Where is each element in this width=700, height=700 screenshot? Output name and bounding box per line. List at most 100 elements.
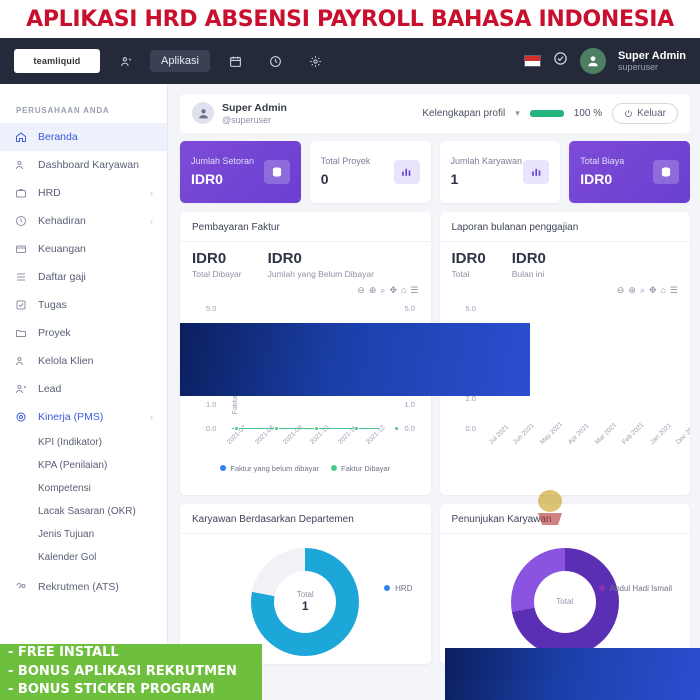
- zoom-out-icon[interactable]: ⊖: [617, 285, 625, 296]
- zoom-out-icon[interactable]: ⊖: [357, 285, 365, 296]
- sidebar-item-label: Daftar gaji: [38, 271, 86, 283]
- app-navbar: teamliquid Aplikasi Super Admin superuse…: [0, 38, 700, 84]
- app-logo[interactable]: teamliquid: [14, 49, 100, 73]
- task-icon: [14, 299, 28, 311]
- menu-icon[interactable]: ☰: [670, 285, 678, 296]
- sidebar-item-dashboard-karyawan[interactable]: Dashboard Karyawan: [0, 151, 167, 179]
- sidebar-item-label: Dashboard Karyawan: [38, 159, 139, 171]
- sidebar-subitem-lacak-sasaran[interactable]: Lacak Sasaran (OKR): [0, 500, 167, 523]
- chart-icon: [393, 159, 420, 184]
- clock-icon: [14, 215, 28, 227]
- y-axis-label-left: Faktur yang belum dibayar: [231, 331, 239, 415]
- kpi-label: Jumlah yang Belum Dibayar: [267, 268, 374, 279]
- sidebar-item-proyek[interactable]: Proyek: [0, 319, 167, 347]
- chevron-down-icon[interactable]: ▾: [515, 108, 520, 119]
- sidebar-item-lead[interactable]: Lead: [0, 375, 167, 403]
- y-tick: 4.0: [206, 327, 217, 337]
- sidebar-item-kehadiran[interactable]: Kehadiran ›: [0, 207, 167, 235]
- stat-value: IDR0: [191, 170, 223, 187]
- sidebar-item-tugas[interactable]: Tugas: [0, 291, 167, 319]
- logout-label: Keluar: [637, 107, 666, 119]
- chart-toolbar: ⊖ ⊕ ⌕ ✥ ⌂ ☰: [192, 285, 418, 296]
- y-tick: 5.0: [206, 303, 217, 313]
- profile-completion: Kelengkapan profil ▾ 100 % Keluar: [422, 102, 678, 124]
- pan-icon[interactable]: ✥: [649, 285, 657, 296]
- sidebar-item-label: Keuangan: [38, 243, 86, 255]
- y-tick: 1.0: [206, 399, 217, 409]
- x-axis-ticks: 2021-07 2021-08 2021-09 2021-10 2021-11 …: [226, 424, 389, 448]
- sidebar-item-label: Lead: [38, 383, 62, 395]
- y-tick: 3.0: [404, 351, 415, 361]
- profile-topbar: Super Admin @superuser Kelengkapan profi…: [180, 94, 690, 133]
- sidebar-subitem-kompetensi[interactable]: Kompetensi: [0, 477, 167, 500]
- sidebar-item-daftar-gaji[interactable]: Daftar gaji: [0, 263, 167, 291]
- avatar[interactable]: [579, 48, 606, 74]
- x-tick: Jan 2021: [648, 421, 673, 446]
- y-tick: 0.0: [465, 423, 476, 433]
- divider: [180, 532, 431, 534]
- zoom-in-icon[interactable]: ⊕: [369, 285, 377, 296]
- payroll-kpis: IDR0 Total IDR0 Bulan ini: [452, 250, 679, 279]
- stat-value: 1: [450, 170, 459, 187]
- sidebar-item-rekrutmen-ats[interactable]: Rekrutmen (ATS): [0, 573, 167, 601]
- panels-row-1: Pembayaran Faktur IDR0 Total Dibayar IDR…: [180, 211, 690, 495]
- promo-line-3: - BONUS STICKER PROGRAM: [8, 682, 215, 698]
- clock-icon[interactable]: [262, 48, 290, 74]
- y-axis-label-right: Faktur Dibayar: [390, 349, 398, 396]
- wallet-icon: [14, 243, 28, 255]
- gear-icon[interactable]: [302, 48, 330, 74]
- legend-label: Faktur yang belum dibayar: [230, 463, 320, 473]
- y-tick: 3.0: [465, 363, 476, 373]
- stat-cards: Jumlah Setoran IDR0 Total Proyek 0 Jumla…: [180, 140, 690, 203]
- main-content: Super Admin @superuser Kelengkapan profi…: [168, 84, 700, 700]
- sidebar-item-label: Proyek: [38, 327, 71, 339]
- calendar-icon[interactable]: [222, 48, 250, 74]
- donut-legend[interactable]: HRD: [384, 584, 413, 593]
- sidebar-subitem-kalender-gol[interactable]: Kalender Gol: [0, 546, 167, 569]
- appointment-donut-chart: Total Abdul Hadi Ismail: [452, 542, 679, 662]
- check-circle-icon[interactable]: [553, 51, 568, 71]
- home-icon[interactable]: ⌂: [401, 285, 406, 296]
- sidebar-item-kinerja-pms[interactable]: Kinerja (PMS) ›: [0, 403, 167, 431]
- home-icon[interactable]: ⌂: [660, 285, 665, 296]
- legend-label: Faktur Dibayar: [341, 463, 391, 473]
- pan-icon[interactable]: ✥: [389, 285, 397, 296]
- users-icon[interactable]: [112, 48, 140, 74]
- donut-legend[interactable]: Abdul Hadi Ismail: [598, 584, 672, 593]
- stat-card-setoran[interactable]: Jumlah Setoran IDR0: [180, 140, 301, 203]
- sidebar-subitem-jenis-tujuan[interactable]: Jenis Tujuan: [0, 523, 167, 546]
- sidebar-item-hrd[interactable]: HRD ›: [0, 179, 167, 207]
- stat-card-karyawan[interactable]: Jumlah Karyawan 1: [439, 140, 561, 203]
- search-icon[interactable]: ⌕: [380, 285, 385, 296]
- recruit-icon: [14, 581, 28, 593]
- menu-aplikasi[interactable]: Aplikasi: [150, 50, 210, 72]
- sidebar-item-beranda[interactable]: Beranda: [0, 123, 167, 151]
- sidebar-subitem-kpi[interactable]: KPI (Indikator): [0, 431, 167, 454]
- panel-laporan-penggajian: Laporan bulanan penggajian IDR0 Total ID…: [439, 211, 690, 495]
- navbar-user[interactable]: Super Admin superuser: [618, 50, 686, 73]
- stat-card-total-biaya[interactable]: Total Biaya IDR0: [569, 140, 690, 203]
- sidebar-subitem-kpa[interactable]: KPA (Penilaian): [0, 454, 167, 477]
- sidebar-item-keuangan[interactable]: Keuangan: [0, 235, 167, 263]
- watermark-stamp: [520, 487, 580, 533]
- logout-button[interactable]: Keluar: [612, 102, 678, 124]
- navbar-user-name: Super Admin: [617, 49, 686, 62]
- y-tick: 2.0: [206, 375, 217, 385]
- sidebar: PERUSAHAAN ANDA Beranda Dashboard Karyaw…: [0, 84, 168, 700]
- coins-icon: [653, 159, 679, 184]
- navbar-user-role: superuser: [617, 62, 658, 73]
- profile-completion-label[interactable]: Kelengkapan profil: [422, 108, 505, 119]
- legend-item[interactable]: Faktur Dibayar: [331, 464, 390, 473]
- sidebar-item-kelola-klien[interactable]: Kelola Klien: [0, 347, 167, 375]
- legend-item[interactable]: Faktur yang belum dibayar: [220, 464, 319, 473]
- x-tick: Jul 2021: [487, 423, 510, 446]
- legend-color-swatch: [384, 585, 391, 592]
- flag-indonesia-icon[interactable]: [523, 55, 541, 67]
- avatar[interactable]: [192, 102, 214, 125]
- menu-icon[interactable]: ☰: [410, 285, 418, 296]
- stat-card-proyek[interactable]: Total Proyek 0: [309, 140, 431, 203]
- data-point: [394, 425, 399, 431]
- profile-handle: @superuser: [222, 114, 272, 125]
- search-icon[interactable]: ⌕: [640, 285, 645, 296]
- zoom-in-icon[interactable]: ⊕: [628, 285, 636, 296]
